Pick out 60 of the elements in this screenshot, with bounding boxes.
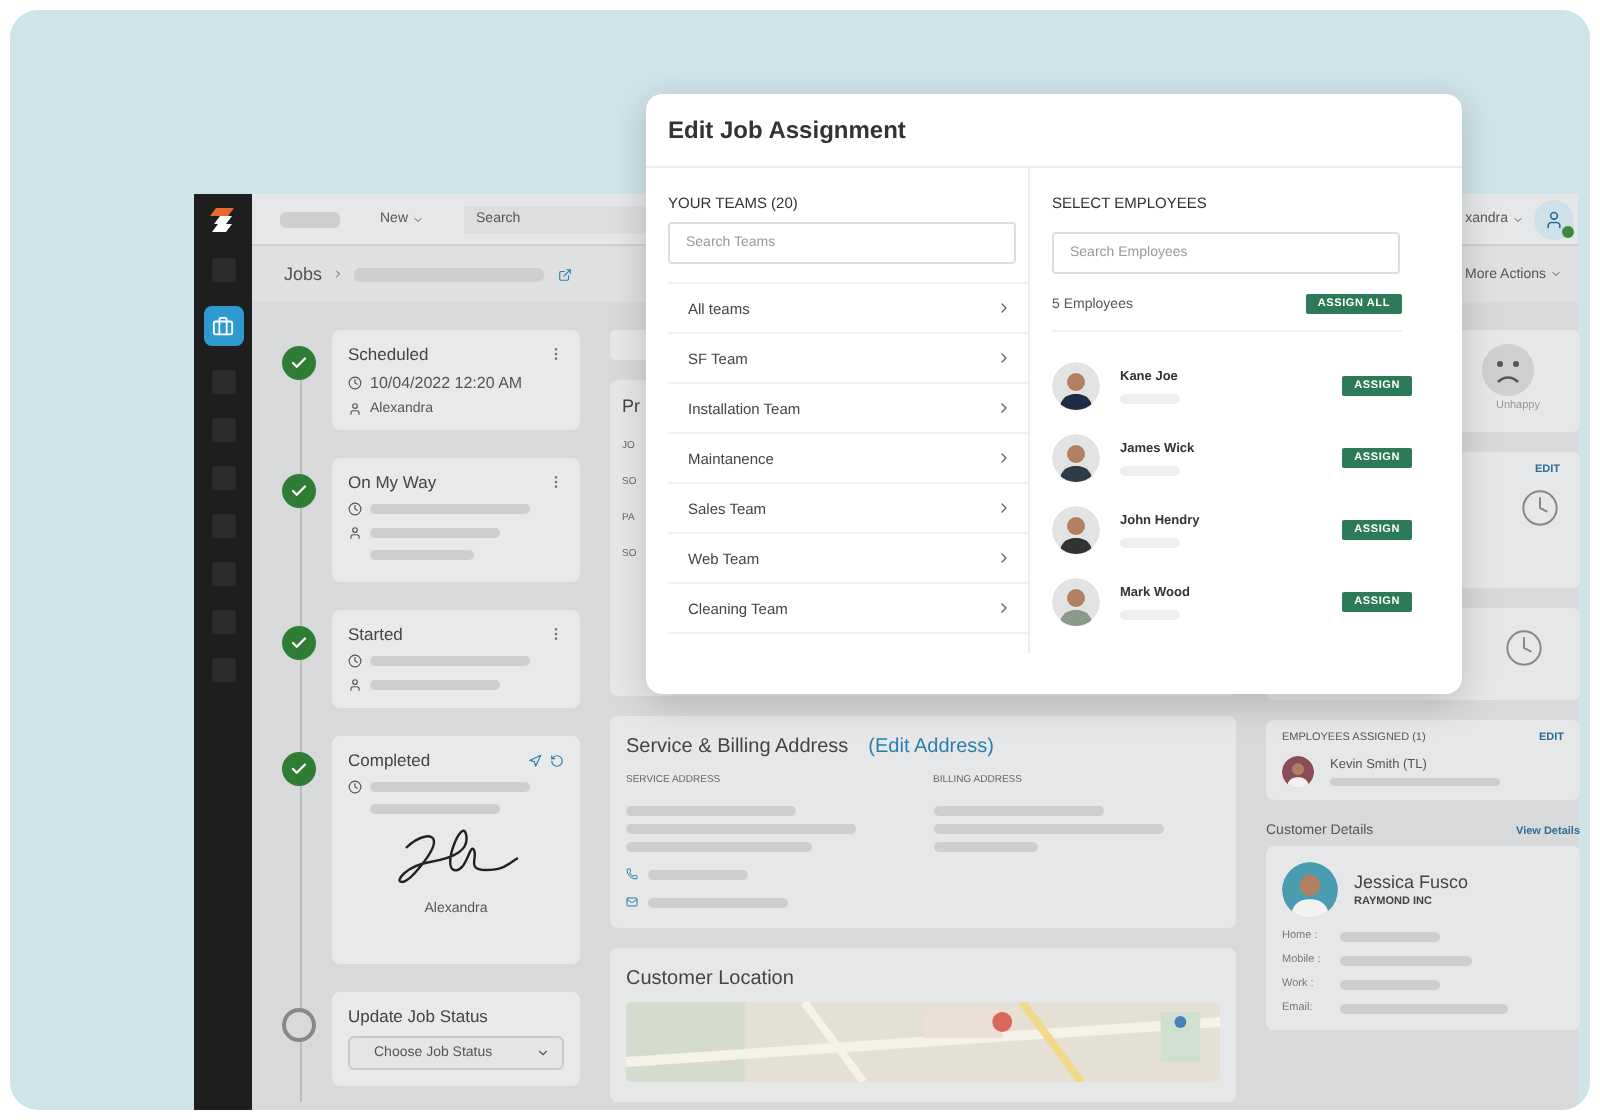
phone-icon bbox=[626, 868, 638, 880]
logo-icon[interactable] bbox=[209, 206, 237, 234]
skeleton-bar bbox=[1340, 931, 1440, 941]
external-link-icon[interactable] bbox=[558, 267, 573, 281]
chevron-icon bbox=[996, 500, 1012, 516]
customer-name: Jessica Fusco bbox=[1354, 872, 1469, 892]
skeleton-bar bbox=[370, 528, 500, 538]
skeleton-bar bbox=[1340, 979, 1440, 989]
clock-icon bbox=[348, 654, 362, 668]
avatar bbox=[1052, 506, 1100, 554]
chevron-icon bbox=[996, 550, 1012, 566]
chevron-icon bbox=[1512, 213, 1524, 225]
avatar bbox=[1052, 434, 1100, 482]
sad-face-icon bbox=[1480, 342, 1536, 398]
skeleton-bar bbox=[370, 680, 500, 690]
skeleton-bar bbox=[648, 869, 748, 879]
clock-icon bbox=[348, 502, 362, 516]
skeleton-bar bbox=[1340, 955, 1472, 965]
undo-icon[interactable] bbox=[550, 753, 564, 767]
user-avatar[interactable] bbox=[1534, 199, 1574, 239]
chevron-icon bbox=[1550, 268, 1562, 280]
chevron-icon bbox=[996, 450, 1012, 466]
skeleton-bar bbox=[370, 804, 500, 814]
status-title: Scheduled bbox=[348, 344, 431, 364]
chevron-icon bbox=[996, 600, 1012, 616]
chevron-icon bbox=[412, 213, 425, 225]
chevron-icon bbox=[536, 1046, 550, 1060]
clock-icon bbox=[348, 780, 362, 794]
skeleton-bar bbox=[370, 550, 474, 560]
status-title: Started bbox=[348, 624, 405, 644]
card-title: Customer Location bbox=[626, 968, 796, 990]
clock-icon bbox=[1504, 628, 1544, 668]
skeleton-bar bbox=[933, 842, 1037, 852]
clock-icon bbox=[1520, 488, 1560, 528]
avatar bbox=[1052, 578, 1100, 626]
chevron-icon bbox=[996, 350, 1012, 366]
avatar bbox=[1282, 756, 1314, 788]
avatar bbox=[1052, 362, 1100, 410]
card-title: Pr bbox=[622, 396, 640, 416]
person-icon bbox=[348, 526, 362, 540]
briefcase-icon[interactable] bbox=[203, 306, 243, 346]
clock-icon bbox=[348, 376, 362, 390]
mail-icon bbox=[626, 896, 638, 908]
person-icon bbox=[348, 678, 362, 692]
skeleton-bar bbox=[648, 897, 788, 907]
status-title: On My Way bbox=[348, 472, 439, 492]
chevron-icon bbox=[332, 268, 345, 280]
person-icon bbox=[348, 402, 362, 416]
edit-address-link[interactable]: (Edit Address) bbox=[868, 736, 994, 758]
skeleton-bar bbox=[280, 211, 340, 227]
date-text: 10/04/2022 12:20 AM bbox=[370, 374, 523, 392]
chevron-icon bbox=[996, 300, 1012, 316]
send-icon[interactable] bbox=[528, 753, 542, 767]
breadcrumb-root: Jobs bbox=[284, 264, 323, 284]
card-title: Service & Billing Address bbox=[626, 736, 849, 758]
chevron-icon bbox=[996, 400, 1012, 416]
avatar bbox=[1282, 862, 1338, 918]
status-title: Completed bbox=[348, 750, 433, 770]
status-title: Update Job Status bbox=[348, 1006, 490, 1026]
dialog-title: Edit Job Assignment bbox=[668, 116, 906, 144]
